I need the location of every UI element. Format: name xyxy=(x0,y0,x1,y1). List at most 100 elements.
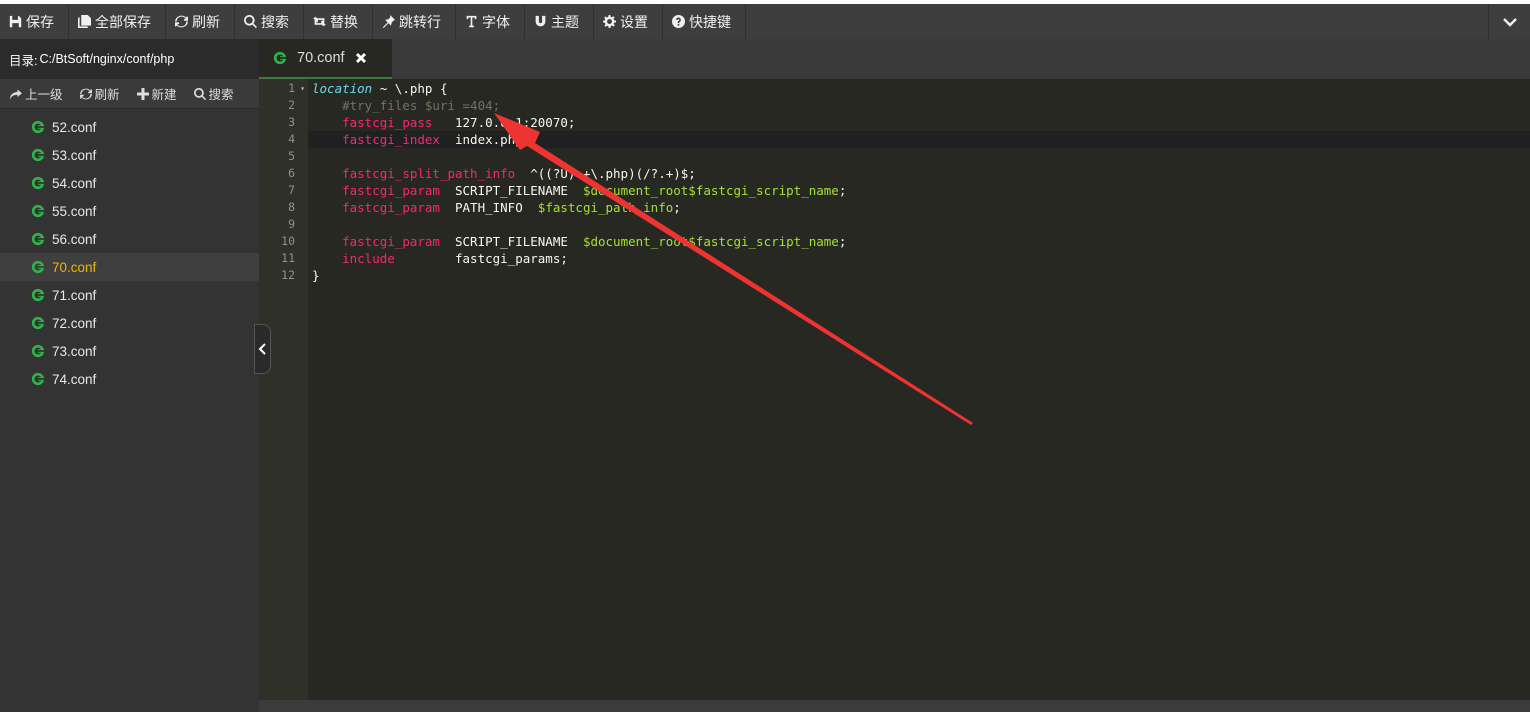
code-token: fastcgi_param xyxy=(342,234,440,249)
save-all-label: 全部保存 xyxy=(95,13,151,30)
tab-70-conf[interactable]: 70.conf xyxy=(259,39,392,79)
file-item[interactable]: 53.conf xyxy=(0,141,259,169)
code-line: fastcgi_param PATH_INFO $fastcgi_path_in… xyxy=(308,199,1530,216)
font-button[interactable]: 字体 xyxy=(456,4,525,39)
sidebar-actions: 上一级 刷新 新建 搜索 xyxy=(0,79,259,109)
toolbar-collapse-button[interactable] xyxy=(1488,4,1530,39)
file-name: 71.conf xyxy=(52,287,97,303)
code-line: fastcgi_pass 127.0.0.1:20070; xyxy=(308,114,1530,131)
file-name: 53.conf xyxy=(52,147,97,163)
up-level-button[interactable]: 上一级 xyxy=(10,84,63,103)
code-token: fastcgi_split_path_info xyxy=(342,166,516,181)
nginx-file-icon xyxy=(31,176,45,190)
settings-label: 设置 xyxy=(620,13,648,30)
search-button[interactable]: 搜索 xyxy=(235,4,304,39)
sidebar-refresh-button[interactable]: 刷新 xyxy=(79,84,120,103)
file-item[interactable]: 73.conf xyxy=(0,337,259,365)
sidebar-search-button[interactable]: 搜索 xyxy=(193,84,234,103)
code-content[interactable]: location ~ \.php { #try_files $uri =404;… xyxy=(308,79,1530,700)
code-token: fastcgi_pass xyxy=(342,115,433,130)
file-name: 54.conf xyxy=(52,175,97,191)
nginx-file-icon xyxy=(31,344,45,358)
code-token: ~ \.php { xyxy=(372,81,448,96)
line-number: 3 xyxy=(288,115,295,129)
line-number: 5 xyxy=(288,149,295,163)
chevron-down-icon xyxy=(1502,17,1517,27)
tab-label: 70.conf xyxy=(297,50,345,66)
fold-toggle-icon[interactable]: ▾ xyxy=(300,80,305,97)
goto-line-button[interactable]: 跳转行 xyxy=(373,4,456,39)
save-all-button[interactable]: 全部保存 xyxy=(69,4,166,39)
code-line: #try_files $uri =404; xyxy=(308,97,1530,114)
code-token: $document_root$fastcgi_script_name xyxy=(582,183,839,198)
file-item[interactable]: 54.conf xyxy=(0,169,259,197)
replace-label: 替换 xyxy=(330,13,358,30)
search-icon xyxy=(243,15,257,29)
code-token: fastcgi_param xyxy=(342,183,440,198)
tab-bar: 70.conf xyxy=(259,39,1530,79)
line-number: 7 xyxy=(288,183,295,197)
line-number: 10 xyxy=(281,234,295,248)
font-icon xyxy=(464,15,478,29)
replace-button[interactable]: 替换 xyxy=(304,4,373,39)
nginx-file-icon xyxy=(31,288,45,302)
code-token: $document_root$fastcgi_script_name xyxy=(582,234,839,249)
file-item[interactable]: 74.conf xyxy=(0,365,259,393)
line-number: 6 xyxy=(288,166,295,180)
save-button[interactable]: 保存 xyxy=(0,4,69,39)
refresh-icon xyxy=(79,88,92,99)
new-file-button[interactable]: 新建 xyxy=(136,84,177,103)
code-token: #try_files $uri =404; xyxy=(312,98,501,113)
line-number: 2 xyxy=(288,98,295,112)
code-editor[interactable]: 1 ▾ 2 3 4 5 6 7 8 9 10 11 12 location ~ \.php { #try… xyxy=(259,79,1530,700)
close-icon[interactable] xyxy=(355,52,367,64)
nginx-file-icon xyxy=(273,51,287,65)
code-token: index.php; xyxy=(439,132,531,147)
file-item[interactable]: 52.conf xyxy=(0,113,259,141)
code-token: ; xyxy=(673,200,681,215)
shortcuts-button[interactable]: 快捷键 xyxy=(663,4,746,39)
file-name: 55.conf xyxy=(52,203,97,219)
file-name: 73.conf xyxy=(52,343,97,359)
file-item[interactable]: 72.conf xyxy=(0,309,259,337)
file-item[interactable]: 55.conf xyxy=(0,197,259,225)
file-name: 56.conf xyxy=(52,231,97,247)
refresh-button[interactable]: 刷新 xyxy=(166,4,235,39)
search-label: 搜索 xyxy=(261,13,289,30)
code-line: fastcgi_param SCRIPT_FILENAME $document_… xyxy=(308,233,1530,250)
gear-icon xyxy=(602,15,616,29)
directory-label: 目录: xyxy=(9,53,38,68)
magnet-icon xyxy=(533,15,547,29)
theme-button[interactable]: 主题 xyxy=(525,4,594,39)
code-line: location ~ \.php { xyxy=(308,80,1530,97)
horizontal-scrollbar[interactable] xyxy=(259,700,1530,712)
file-list: 52.conf 53.conf 54.conf 55.conf 56.conf 70.co… xyxy=(0,109,259,393)
replace-icon xyxy=(312,15,326,29)
code-token: 127.0.0.1:20070; xyxy=(432,115,576,130)
theme-label: 主题 xyxy=(551,13,579,30)
chevron-left-icon xyxy=(258,343,266,355)
sidebar-collapse-handle[interactable] xyxy=(254,324,271,374)
settings-button[interactable]: 设置 xyxy=(594,4,663,39)
font-label: 字体 xyxy=(482,13,510,30)
nginx-file-icon xyxy=(31,120,45,134)
file-name: 72.conf xyxy=(52,315,97,331)
directory-path-bar: 目录: C:/BtSoft/nginx/conf/php xyxy=(0,39,259,79)
code-token: } xyxy=(312,268,320,283)
save-label: 保存 xyxy=(26,13,54,30)
plus-icon xyxy=(136,87,149,100)
code-token: location xyxy=(312,81,373,96)
file-item[interactable]: 71.conf xyxy=(0,281,259,309)
line-number: 9 xyxy=(288,217,295,231)
file-item[interactable]: 70.conf xyxy=(0,253,259,281)
code-token: PATH_INFO xyxy=(439,200,538,215)
help-icon xyxy=(671,15,685,29)
pin-icon xyxy=(381,15,395,29)
file-item[interactable]: 56.conf xyxy=(0,225,259,253)
editor-area: 70.conf 1 ▾ 2 3 4 5 6 7 8 9 10 11 12 location ~ \.ph… xyxy=(259,39,1530,712)
